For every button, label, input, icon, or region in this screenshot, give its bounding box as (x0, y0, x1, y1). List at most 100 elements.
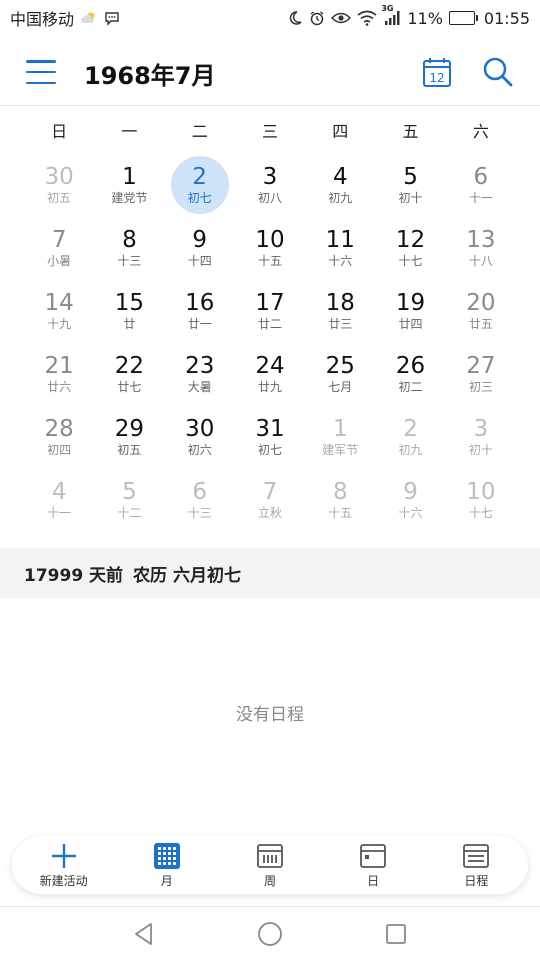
day-cell[interactable]: 8 十三 (94, 213, 164, 276)
lunar-date: 十九 (47, 317, 72, 331)
weekday-header: 日一二三四五六 (0, 116, 540, 148)
day-cell[interactable]: 7 小暑 (24, 213, 94, 276)
day-cell[interactable]: 9 十六 (375, 465, 445, 528)
message-icon (104, 10, 120, 26)
day-cell[interactable]: 2 初九 (375, 402, 445, 465)
eye-icon (331, 11, 352, 25)
lunar-date: 十四 (187, 254, 212, 268)
day-cell[interactable]: 5 十二 (94, 465, 164, 528)
day-cell[interactable]: 4 十一 (24, 465, 94, 528)
today-button[interactable]: 12 (422, 56, 452, 88)
day-cell[interactable]: 26 初二 (375, 339, 445, 402)
weather-icon (80, 11, 98, 25)
week-icon (256, 842, 284, 870)
day-cell[interactable]: 10 十五 (235, 213, 305, 276)
day-cell[interactable]: 17 廿二 (235, 276, 305, 339)
menu-icon[interactable] (26, 60, 56, 84)
system-navigation-bar (0, 906, 540, 960)
lunar-date: 小暑 (47, 254, 72, 268)
day-cell[interactable]: 8 十五 (305, 465, 375, 528)
day-cell[interactable]: 23 大暑 (165, 339, 235, 402)
day-cell[interactable]: 1 建党节 (94, 150, 164, 213)
day-cell[interactable]: 16 廿一 (165, 276, 235, 339)
lunar-date: 初七 (187, 191, 212, 205)
day-cell[interactable]: 4 初九 (305, 150, 375, 213)
day-cell[interactable]: 11 十六 (305, 213, 375, 276)
lunar-date: 建军节 (322, 443, 359, 457)
plus-icon (50, 842, 78, 870)
day-view-tab[interactable]: 日 (328, 842, 418, 889)
day-number: 28 (44, 416, 74, 442)
day-cell[interactable]: 29 初五 (94, 402, 164, 465)
bottom-navigation: 新建活动 月 周 日 日程 (12, 836, 528, 894)
clock-time: 01:55 (483, 8, 530, 28)
nav-label: 周 (263, 873, 276, 888)
lunar-date: 大暑 (187, 380, 212, 394)
day-number: 30 (44, 164, 74, 190)
day-cell[interactable]: 6 十一 (446, 150, 516, 213)
day-number: 10 (255, 227, 285, 253)
day-number: 21 (44, 353, 74, 379)
day-number: 17 (255, 290, 285, 316)
day-cell-selected[interactable]: 2 初七 (165, 150, 235, 213)
day-number: 23 (185, 353, 215, 379)
day-number: 12 (395, 227, 426, 253)
day-cell[interactable]: 15 廿 (94, 276, 164, 339)
days-ago-text: 17999 天前 (24, 565, 124, 586)
app-header: 1968年7月 12 (0, 36, 540, 106)
lunar-date: 初六 (187, 443, 212, 457)
weekday-label: 日 (51, 122, 68, 141)
agenda-view-tab[interactable]: 日程 (431, 842, 521, 889)
lunar-date: 十七 (468, 506, 493, 520)
lunar-date: 廿三 (328, 317, 353, 331)
weekday-label: 四 (332, 122, 349, 141)
lunar-date: 初四 (47, 443, 72, 457)
lunar-date: 十六 (328, 254, 353, 268)
day-cell[interactable]: 27 初三 (446, 339, 516, 402)
day-cell[interactable]: 13 十八 (446, 213, 516, 276)
home-button[interactable] (255, 919, 285, 949)
lunar-date: 十七 (398, 254, 423, 268)
lunar-date: 十五 (328, 506, 353, 520)
month-grid-icon (153, 842, 181, 870)
day-cell[interactable]: 3 初八 (235, 150, 305, 213)
alarm-icon (309, 10, 325, 26)
recents-button[interactable] (381, 919, 411, 949)
day-number: 22 (114, 353, 145, 379)
day-cell[interactable]: 9 十四 (165, 213, 235, 276)
week-view-tab[interactable]: 周 (225, 842, 315, 889)
lunar-date: 廿二 (257, 317, 282, 331)
day-cell[interactable]: 3 初十 (446, 402, 516, 465)
day-cell[interactable]: 30 初五 (24, 150, 94, 213)
day-cell[interactable]: 30 初六 (165, 402, 235, 465)
day-number: 1 (332, 416, 348, 442)
nav-label: 日 (367, 873, 380, 888)
day-cell[interactable]: 19 廿四 (375, 276, 445, 339)
lunar-date: 初二 (398, 380, 423, 394)
day-cell[interactable]: 6 十三 (165, 465, 235, 528)
back-button[interactable] (129, 919, 159, 949)
lunar-date: 初十 (468, 443, 493, 457)
day-cell[interactable]: 28 初四 (24, 402, 94, 465)
day-cell[interactable]: 25 七月 (305, 339, 375, 402)
day-cell[interactable]: 14 十九 (24, 276, 94, 339)
day-number: 7 (51, 227, 67, 253)
page-title[interactable]: 1968年7月 (84, 56, 216, 91)
day-cell[interactable]: 21 廿六 (24, 339, 94, 402)
day-cell[interactable]: 20 廿五 (446, 276, 516, 339)
day-cell[interactable]: 12 十七 (375, 213, 445, 276)
day-cell[interactable]: 1 建军节 (305, 402, 375, 465)
day-cell[interactable]: 31 初七 (235, 402, 305, 465)
month-view-tab[interactable]: 月 (122, 842, 212, 889)
day-cell[interactable]: 5 初十 (375, 150, 445, 213)
new-event-button[interactable]: 新建活动 (19, 842, 109, 889)
lunar-date: 初三 (468, 380, 493, 394)
day-cell[interactable]: 10 十七 (446, 465, 516, 528)
day-cell[interactable]: 7 立秋 (235, 465, 305, 528)
day-cell[interactable]: 24 廿九 (235, 339, 305, 402)
search-button[interactable] (482, 56, 514, 88)
day-number: 14 (44, 290, 74, 316)
day-cell[interactable]: 22 廿七 (94, 339, 164, 402)
lunar-date: 初十 (398, 191, 423, 205)
day-cell[interactable]: 18 廿三 (305, 276, 375, 339)
